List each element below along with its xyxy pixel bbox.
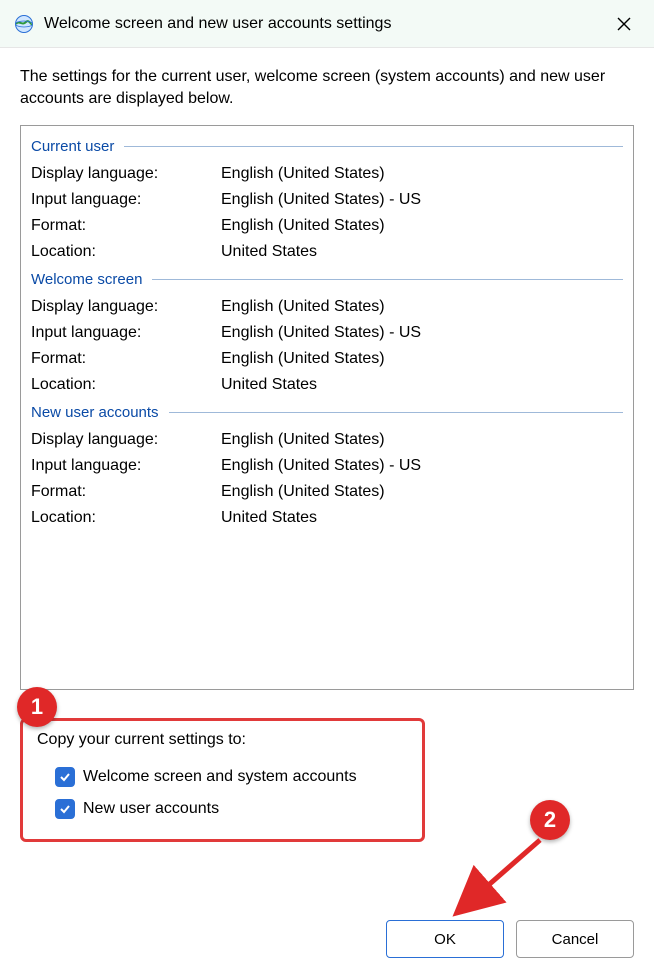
checkbox-label: Welcome screen and system accounts <box>83 768 357 786</box>
row-label: Location: <box>31 243 221 261</box>
row-display-language: Display language:English (United States) <box>31 294 623 320</box>
annotation-badge-2: 2 <box>530 800 570 840</box>
ok-button[interactable]: OK <box>386 920 504 958</box>
row-value: English (United States) <box>221 298 623 316</box>
row-value: English (United States) <box>221 217 623 235</box>
row-location: Location:United States <box>31 239 623 265</box>
row-label: Input language: <box>31 191 221 209</box>
titlebar: Welcome screen and new user accounts set… <box>0 0 654 48</box>
window-title: Welcome screen and new user accounts set… <box>44 15 602 33</box>
row-value: United States <box>221 509 623 527</box>
checkbox-label: New user accounts <box>83 800 219 818</box>
dialog-buttons: OK Cancel <box>386 920 634 958</box>
intro-text: The settings for the current user, welco… <box>20 66 634 111</box>
group-title-current-user: Current user <box>31 138 623 155</box>
checkbox-row-new-user: New user accounts <box>37 793 408 825</box>
row-value: United States <box>221 243 623 261</box>
row-value: English (United States) - US <box>221 191 623 209</box>
row-format: Format:English (United States) <box>31 346 623 372</box>
group-label: Current user <box>31 138 114 155</box>
copy-settings-section: 1 Copy your current settings to: Welcome… <box>20 718 425 842</box>
row-value: English (United States) - US <box>221 324 623 342</box>
divider <box>152 279 623 280</box>
row-label: Input language: <box>31 324 221 342</box>
row-location: Location:United States <box>31 505 623 531</box>
copy-heading: Copy your current settings to: <box>37 731 408 749</box>
row-input-language: Input language:English (United States) -… <box>31 453 623 479</box>
row-display-language: Display language:English (United States) <box>31 161 623 187</box>
checkbox-welcome-screen[interactable] <box>55 767 75 787</box>
globe-icon <box>14 14 34 34</box>
row-label: Location: <box>31 509 221 527</box>
annotation-badge-1: 1 <box>17 687 57 727</box>
row-format: Format:English (United States) <box>31 213 623 239</box>
checkbox-row-welcome-screen: Welcome screen and system accounts <box>37 761 408 793</box>
row-format: Format:English (United States) <box>31 479 623 505</box>
close-button[interactable] <box>602 2 646 46</box>
row-label: Format: <box>31 483 221 501</box>
row-value: English (United States) <box>221 431 623 449</box>
row-location: Location:United States <box>31 372 623 398</box>
group-title-new-user-accounts: New user accounts <box>31 404 623 421</box>
row-value: United States <box>221 376 623 394</box>
row-value: English (United States) - US <box>221 457 623 475</box>
group-title-welcome-screen: Welcome screen <box>31 271 623 288</box>
row-label: Input language: <box>31 457 221 475</box>
divider <box>124 146 623 147</box>
row-label: Display language: <box>31 431 221 449</box>
checkbox-new-user-accounts[interactable] <box>55 799 75 819</box>
row-label: Location: <box>31 376 221 394</box>
row-value: English (United States) <box>221 350 623 368</box>
row-value: English (United States) <box>221 165 623 183</box>
row-input-language: Input language:English (United States) -… <box>31 320 623 346</box>
divider <box>169 412 623 413</box>
row-display-language: Display language:English (United States) <box>31 427 623 453</box>
row-value: English (United States) <box>221 483 623 501</box>
group-label: New user accounts <box>31 404 159 421</box>
group-label: Welcome screen <box>31 271 142 288</box>
row-label: Format: <box>31 217 221 235</box>
row-label: Display language: <box>31 298 221 316</box>
row-input-language: Input language:English (United States) -… <box>31 187 623 213</box>
row-label: Display language: <box>31 165 221 183</box>
cancel-button[interactable]: Cancel <box>516 920 634 958</box>
row-label: Format: <box>31 350 221 368</box>
settings-box: Current user Display language:English (U… <box>20 125 634 690</box>
